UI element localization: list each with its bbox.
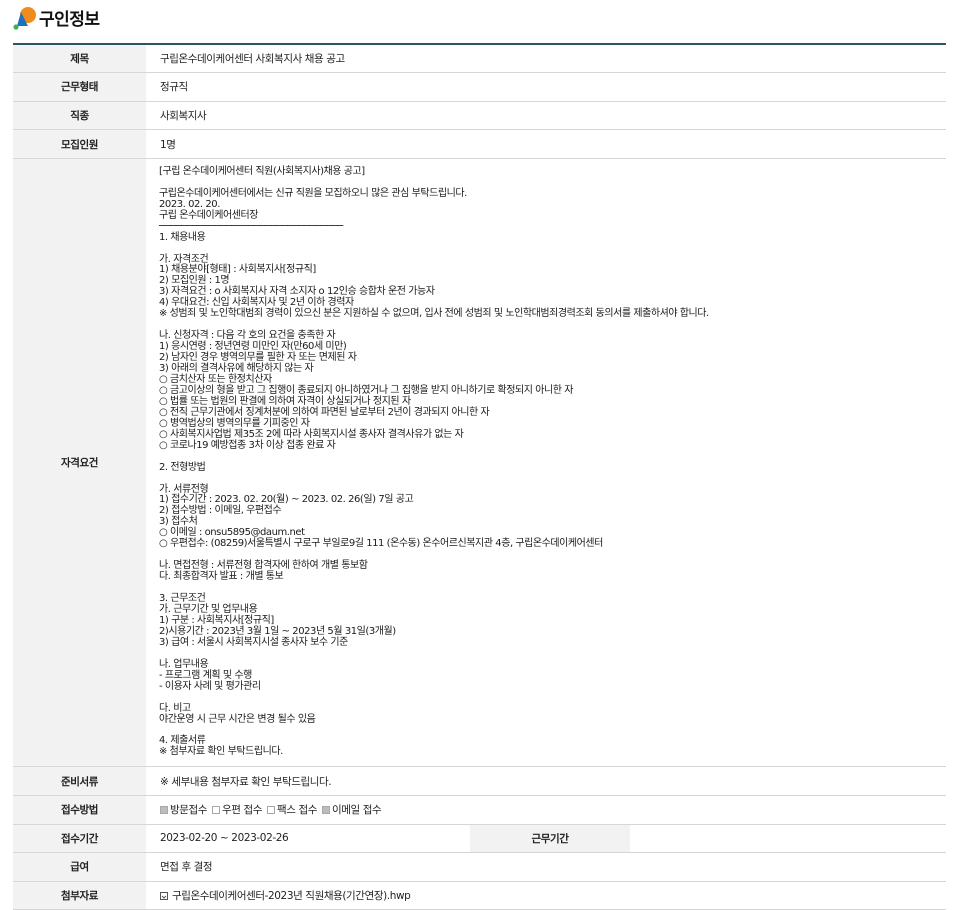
headcount-label: 모집인원 <box>13 129 146 159</box>
work-type-label: 근무형태 <box>13 72 146 102</box>
checkbox-visit <box>160 805 168 814</box>
apply-method-email-label: 이메일 접수 <box>332 804 382 817</box>
apply-method-label: 접수방법 <box>13 795 146 825</box>
attachment-link[interactable]: 구립온수데이케어센터-2023년 직원채용(기간연장).hwp <box>160 888 932 903</box>
apply-method-mail: 우편 접수 <box>212 802 262 817</box>
title-label: 제목 <box>13 44 146 74</box>
attachment-cell: 구립온수데이케어센터-2023년 직원채용(기간연장).hwp <box>146 881 946 910</box>
qualification-label: 자격요건 <box>13 158 146 768</box>
occupation-value: 사회복지사 <box>146 101 946 131</box>
title-value: 구립온수데이케어센터 사회복지사 채용 공고 <box>146 44 946 74</box>
checkbox-email <box>322 805 331 814</box>
checkbox-fax <box>267 805 276 814</box>
apply-period-label: 접수기간 <box>13 824 146 854</box>
row-apply-period: 접수기간 2023-02-20 ~ 2023-02-26 근무기간 <box>13 824 946 854</box>
row-occupation: 직종 사회복지사 <box>13 101 946 131</box>
page-title: 구인정보 <box>39 10 100 30</box>
apply-method-visit-label: 방문접수 <box>170 804 208 817</box>
qualification-cell: [구립 온수데이케어센터 직원(사회복지사)채용 공고] 구립온수데이케어센터에… <box>146 158 946 768</box>
page-header: 구인정보 <box>0 0 967 44</box>
row-attachment: 첨부자료 구립온수데이케어센터-2023년 직원채용(기간연장).hwp <box>13 881 946 910</box>
salary-value: 면접 후 결정 <box>146 852 946 882</box>
file-icon <box>160 891 168 900</box>
documents-value: ※ 세부내용 첨부자료 확인 부탁드립니다. <box>146 766 946 796</box>
row-work-type: 근무형태 정규직 <box>13 72 946 102</box>
salary-label: 급여 <box>13 852 146 882</box>
apply-method-cell: 방문접수 우편 접수 팩스 접수 이메일 접수 <box>146 795 946 825</box>
job-info-table: 제목 구립온수데이케어센터 사회복지사 채용 공고 근무형태 정규직 직종 사회… <box>13 43 946 910</box>
documents-label: 준비서류 <box>13 766 146 796</box>
headcount-value: 1명 <box>146 129 946 159</box>
work-period-value <box>630 824 946 854</box>
work-period-label: 근무기간 <box>470 824 630 854</box>
row-apply-method: 접수방법 방문접수 우편 접수 팩스 접수 이메일 접수 <box>13 795 946 825</box>
row-qualification: 자격요건 [구립 온수데이케어센터 직원(사회복지사)채용 공고] 구립온수데이… <box>13 158 946 768</box>
apply-method-fax: 팩스 접수 <box>267 802 317 817</box>
apply-method-fax-label: 팩스 접수 <box>277 804 318 817</box>
attachment-label: 첨부자료 <box>13 881 146 910</box>
apply-method-mail-label: 우편 접수 <box>222 804 263 817</box>
occupation-label: 직종 <box>13 101 146 131</box>
row-title: 제목 구립온수데이케어센터 사회복지사 채용 공고 <box>13 44 946 74</box>
row-headcount: 모집인원 1명 <box>13 129 946 159</box>
attachment-filename[interactable]: 구립온수데이케어센터-2023년 직원채용(기간연장).hwp <box>172 888 411 903</box>
logo-icon <box>13 7 36 30</box>
apply-method-email: 이메일 접수 <box>322 802 382 817</box>
checkbox-mail <box>212 805 221 814</box>
qualification-text: [구립 온수데이케어센터 직원(사회복지사)채용 공고] 구립온수데이케어센터에… <box>159 165 709 758</box>
apply-period-value: 2023-02-20 ~ 2023-02-26 <box>146 824 470 854</box>
work-type-value: 정규직 <box>146 72 946 102</box>
row-salary: 급여 면접 후 결정 <box>13 852 946 882</box>
apply-method-checkboxes: 방문접수 우편 접수 팩스 접수 이메일 접수 <box>160 802 932 817</box>
row-documents: 준비서류 ※ 세부내용 첨부자료 확인 부탁드립니다. <box>13 766 946 796</box>
apply-method-visit: 방문접수 <box>160 802 207 817</box>
